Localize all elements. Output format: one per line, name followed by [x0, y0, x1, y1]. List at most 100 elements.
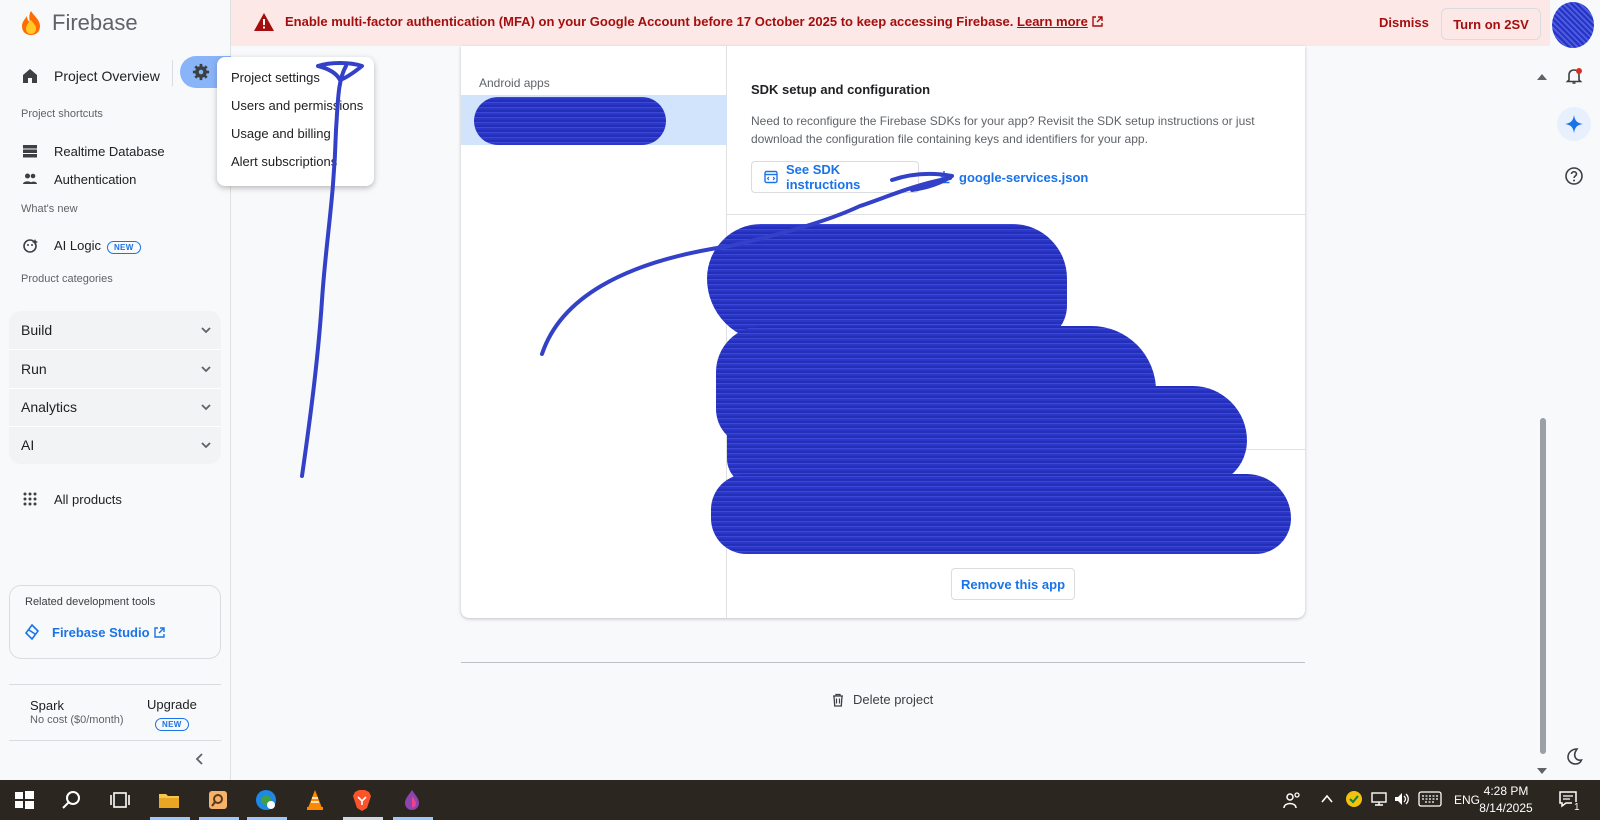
notification-count: 1: [1572, 802, 1582, 813]
dismiss-button[interactable]: Dismiss: [1379, 15, 1429, 30]
product-categories-group: Build Run Analytics AI: [9, 311, 221, 464]
dark-mode-moon-icon[interactable]: [1564, 746, 1584, 766]
network-icon[interactable]: [1370, 790, 1388, 808]
people-icon: [23, 173, 37, 184]
task-view-icon[interactable]: [108, 788, 132, 812]
json-link-label: google-services.json: [959, 169, 1089, 185]
gemini-button[interactable]: [1557, 107, 1591, 141]
right-rail: [1550, 0, 1600, 780]
people-tray-icon[interactable]: [1282, 790, 1302, 810]
firebase-studio-label: Firebase Studio: [52, 624, 150, 640]
external-link-icon: [153, 626, 165, 638]
sidebar-item-realtime-database[interactable]: Realtime Database: [22, 143, 165, 159]
category-run[interactable]: Run: [21, 350, 213, 388]
chevron-up-icon[interactable]: [1320, 792, 1334, 806]
home-icon: [23, 69, 37, 83]
row-divider: [727, 214, 1305, 215]
menu-item-alert-subscriptions[interactable]: Alert subscriptions: [217, 147, 374, 175]
delete-project-label: Delete project: [853, 692, 934, 707]
collapse-sidebar-chevron-left-icon[interactable]: [193, 752, 207, 766]
vlc-icon[interactable]: [303, 788, 327, 812]
notifications-bell-icon[interactable]: [1564, 66, 1584, 86]
project-settings-menu: Project settings Users and permissions U…: [217, 57, 374, 186]
redacted-region: [707, 224, 1067, 342]
redacted-app-name: [474, 97, 666, 145]
see-sdk-instructions-button[interactable]: See SDK instructions: [751, 161, 919, 193]
security-shield-icon[interactable]: [1345, 790, 1363, 808]
database-icon: [23, 145, 37, 158]
paint-drop-icon[interactable]: [400, 788, 424, 812]
plan-name: Spark: [30, 698, 64, 713]
plan-divider: [9, 740, 221, 741]
brave-browser-icon[interactable]: [350, 788, 374, 812]
edge-browser-icon[interactable]: [254, 788, 278, 812]
android-apps-label: Android apps: [479, 76, 550, 90]
sdk-button-label: See SDK instructions: [785, 162, 861, 192]
gemini-sparkle-icon: [1565, 115, 1583, 133]
upgrade-link[interactable]: Upgrade: [147, 697, 197, 712]
new-badge: NEW: [106, 241, 141, 254]
sidebar-item-label: Authentication: [54, 171, 137, 187]
firebase-studio-link[interactable]: Firebase Studio: [24, 624, 165, 640]
sidebar-item-all-products[interactable]: All products: [22, 491, 122, 507]
remove-app-button[interactable]: Remove this app: [951, 568, 1075, 600]
firebase-brand[interactable]: Firebase: [20, 10, 138, 36]
download-icon: [938, 171, 950, 184]
category-analytics[interactable]: Analytics: [21, 388, 213, 426]
chevron-down-icon: [201, 327, 211, 334]
help-icon[interactable]: [1564, 166, 1584, 186]
redacted-region: [711, 474, 1291, 554]
firebase-logo-icon: [22, 11, 40, 35]
new-badge: NEW: [155, 718, 189, 731]
windows-start-icon[interactable]: [12, 788, 36, 812]
category-label: Build: [21, 322, 53, 338]
related-tools-card: Related development tools Firebase Studi…: [9, 585, 221, 659]
delete-project-button[interactable]: Delete project: [831, 692, 933, 707]
project-shortcuts-label: Project shortcuts: [21, 108, 103, 120]
system-clock[interactable]: 4:28 PM 8/14/2025: [1472, 783, 1540, 817]
project-overview-label: Project Overview: [54, 68, 160, 84]
keyboard-icon[interactable]: [1418, 791, 1442, 807]
danger-zone-divider: [461, 662, 1305, 663]
menu-item-usage-and-billing[interactable]: Usage and billing: [217, 119, 374, 147]
search-icon[interactable]: [60, 788, 84, 812]
learn-more-link[interactable]: Learn more: [1017, 14, 1088, 29]
banner-message: Enable multi-factor authentication (MFA)…: [285, 14, 1103, 29]
firebase-studio-icon: [24, 624, 40, 640]
external-link-icon: [1092, 16, 1103, 27]
apps-grid-icon: [23, 492, 37, 506]
sidebar-item-label: Realtime Database: [54, 143, 165, 159]
code-window-icon: [764, 170, 778, 184]
file-explorer-icon[interactable]: [157, 788, 181, 812]
chevron-down-icon: [201, 442, 211, 449]
sidebar-item-ai-logic[interactable]: AI Logic NEW: [22, 238, 141, 254]
windows-taskbar: ENG 4:28 PM 8/14/2025 1: [0, 780, 1600, 820]
menu-item-project-settings[interactable]: Project settings: [217, 63, 374, 91]
sidebar-item-label: All products: [54, 491, 122, 507]
volume-icon[interactable]: [1393, 790, 1411, 808]
scroll-down-arrow-icon[interactable]: [1536, 766, 1548, 776]
menu-item-users-and-permissions[interactable]: Users and permissions: [217, 91, 374, 119]
gear-icon: [192, 63, 210, 81]
app-search-icon[interactable]: [206, 788, 230, 812]
scrollbar-thumb[interactable]: [1540, 418, 1546, 754]
plan-divider: [9, 684, 221, 685]
avatar[interactable]: [1552, 2, 1594, 48]
your-apps-card: Android apps SDK setup and configuration…: [461, 46, 1305, 618]
main-content: Android apps SDK setup and configuration…: [231, 46, 1550, 780]
sidebar-item-authentication[interactable]: Authentication: [22, 171, 136, 187]
category-ai[interactable]: AI: [21, 426, 213, 464]
sdk-section-title: SDK setup and configuration: [751, 82, 931, 97]
plan-cost: No cost ($0/month): [30, 714, 124, 726]
scroll-up-arrow-icon[interactable]: [1536, 72, 1548, 82]
category-build[interactable]: Build: [21, 311, 213, 349]
overview-divider: [172, 60, 173, 86]
turn-on-2sv-button[interactable]: Turn on 2SV: [1441, 8, 1541, 40]
chevron-down-icon: [201, 366, 211, 373]
mfa-warning-banner: Enable multi-factor authentication (MFA)…: [231, 0, 1550, 46]
redacted-region: [727, 386, 1247, 486]
warning-icon: [254, 13, 274, 31]
brand-name: Firebase: [52, 10, 138, 35]
download-google-services-json-link[interactable]: google-services.json: [937, 161, 1088, 193]
clock-date: 8/14/2025: [1479, 801, 1533, 815]
